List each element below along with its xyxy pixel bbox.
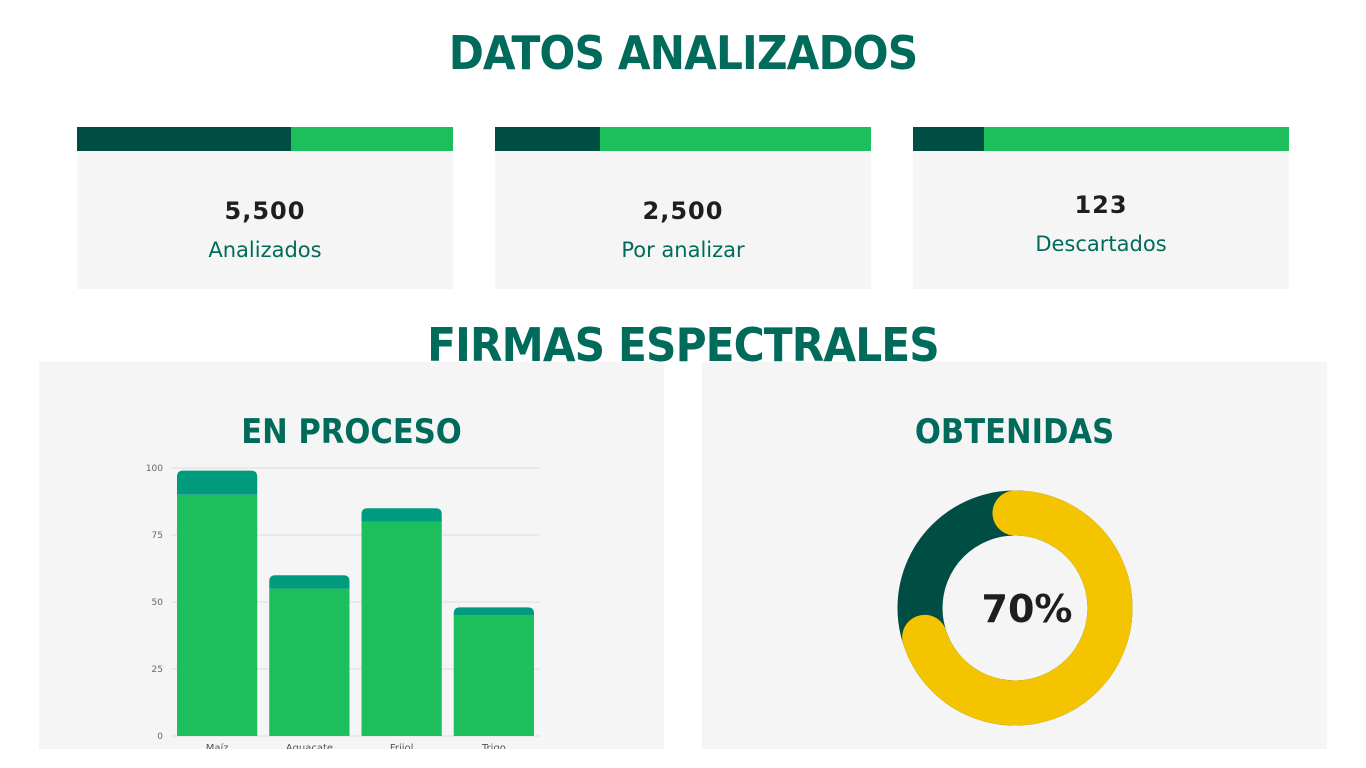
stat-card-analizados: 5,500 Analizados [77, 127, 453, 289]
bar-segment [269, 588, 350, 736]
y-tick-label: 0 [157, 732, 163, 742]
donut-center-label: 70% [982, 587, 1073, 631]
y-tick-label: 25 [152, 665, 163, 675]
stat-value: 5,500 [224, 197, 306, 225]
stat-value: 123 [1074, 191, 1128, 219]
x-tick-label: Maíz [206, 742, 229, 749]
bar-segment [269, 575, 350, 589]
progress-bar [913, 127, 1289, 151]
bar-chart: 0 25 50 75 100 Maíz Aguacate Frijol Trigo [146, 464, 540, 749]
bar-segment [176, 494, 258, 736]
y-tick-label: 100 [146, 464, 163, 474]
x-tick-label: Trigo [481, 743, 506, 749]
donut-chart: 70% [897, 490, 1133, 726]
stat-label: Por analizar [621, 238, 745, 262]
y-tick-label: 50 [152, 598, 164, 608]
stat-card-descartados: 123 Descartados [913, 127, 1289, 289]
panel-en-proceso: EN PROCESO 0 25 50 75 100 Maíz Aguacate Frijol T… [39, 362, 664, 749]
progress-bar [77, 127, 453, 151]
page-title: DATOS ANALIZADOS [448, 26, 919, 80]
stat-value: 2,500 [642, 197, 724, 225]
x-tick-label: Frijol [390, 743, 414, 749]
stat-label: Descartados [1035, 232, 1167, 256]
progress-fill [913, 127, 985, 151]
section-title: FIRMAS ESPECTRALES [427, 318, 940, 372]
x-tick-label: Aguacate [286, 743, 333, 749]
bar-segment [176, 470, 258, 495]
panel-obtenidas: OBTENIDAS 70% [702, 362, 1327, 749]
bar-segment [453, 607, 535, 616]
progress-fill [495, 127, 601, 151]
bar-segment [361, 521, 442, 736]
y-tick-label: 75 [152, 531, 163, 541]
bar-segment [453, 615, 535, 736]
stat-card-por-analizar: 2,500 Por analizar [495, 127, 871, 289]
stat-label: Analizados [208, 238, 322, 262]
bar-segment [361, 508, 442, 522]
progress-bar [495, 127, 871, 151]
progress-fill [77, 127, 292, 151]
